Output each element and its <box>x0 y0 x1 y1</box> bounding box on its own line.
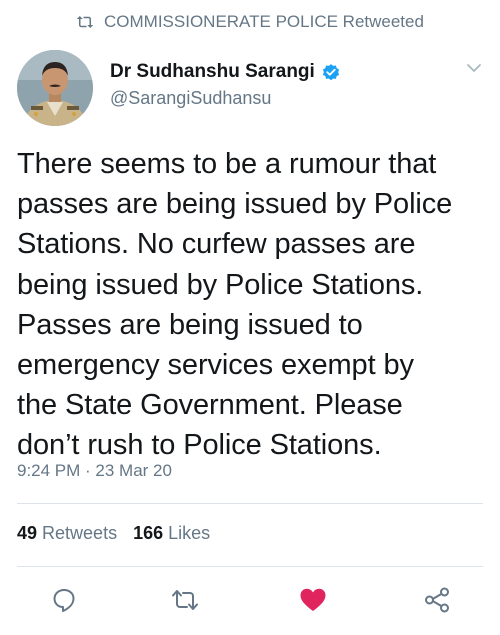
tweet-line: There seems to be a rumour that <box>17 148 437 180</box>
retweets-label: Retweets <box>42 523 118 543</box>
likes-count: 166 <box>133 523 164 543</box>
tweet-line: the State Government. Please <box>17 389 403 422</box>
retweet-icon <box>172 590 198 610</box>
retweets-count: 49 <box>17 523 38 543</box>
tweet-text: There seems to be a rumour that passes a… <box>17 144 489 466</box>
author-name[interactable]: Dr Sudhanshu Sarangi <box>110 61 315 83</box>
tweet-line: Passes are being issued to <box>17 308 363 341</box>
like-button[interactable] <box>296 583 330 617</box>
avatar-photo <box>17 50 93 126</box>
retweet-context[interactable]: COMMISSIONERATE POLICE Retweeted <box>76 9 424 35</box>
avatar[interactable] <box>17 50 93 126</box>
tweet-line: passes are being issued by Police <box>17 188 453 221</box>
retweet-context-text: COMMISSIONERATE POLICE Retweeted <box>104 12 424 31</box>
reply-icon <box>53 589 75 612</box>
tweet-timestamp[interactable]: 9:24 PM · 23 Mar 20 <box>17 461 172 481</box>
author-block[interactable]: Dr Sudhanshu Sarangi @SarangiSudhansu <box>110 58 341 109</box>
share-button[interactable] <box>420 583 454 617</box>
chevron-down-icon[interactable] <box>466 62 482 74</box>
engagement-stats: 49 Retweets 166 Likes <box>17 523 226 544</box>
retweet-icon <box>76 16 94 28</box>
likes-stat[interactable]: 166 Likes <box>133 523 210 544</box>
author-handle: @SarangiSudhansu <box>110 88 272 108</box>
verified-badge-icon <box>322 64 339 81</box>
likes-label: Likes <box>168 523 211 543</box>
heart-icon <box>300 588 326 611</box>
action-bar <box>0 583 500 617</box>
tweet-line: Stations. No curfew passes are <box>17 228 416 261</box>
tweet-line: emergency services exempt by <box>17 349 414 382</box>
retweet-button[interactable] <box>168 583 202 617</box>
retweets-stat[interactable]: 49 Retweets <box>17 523 117 544</box>
divider <box>17 566 483 567</box>
divider <box>17 503 483 504</box>
tweet-line: don’t rush to Police Stations. <box>17 429 382 462</box>
tweet-line: being issued by Police Stations. <box>17 268 424 301</box>
share-icon <box>425 587 449 613</box>
reply-button[interactable] <box>47 583 81 617</box>
